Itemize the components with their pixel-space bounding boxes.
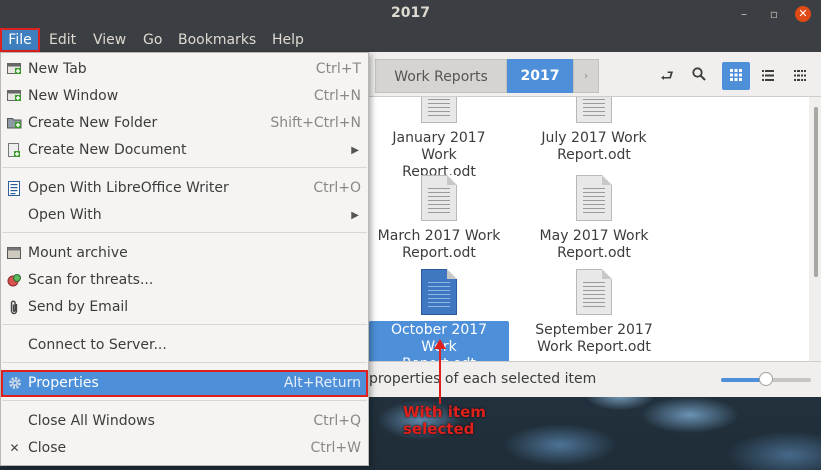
file-item[interactable]: January 2017 Work Report.odt [369, 97, 509, 182]
breadcrumb-2017[interactable]: 2017 [507, 59, 573, 93]
document-icon [421, 269, 457, 315]
menu-item-new-window[interactable]: New Window Ctrl+N [1, 83, 368, 110]
annotation-arrow [439, 346, 441, 404]
window-title: 2017 [391, 5, 430, 21]
close-window-icon[interactable]: ✕ [795, 6, 811, 22]
new-document-icon [7, 143, 22, 158]
annotation-arrow-head [434, 339, 446, 349]
toolbar: Work Reports 2017 › ⮐ [369, 52, 821, 97]
document-icon [576, 269, 612, 315]
menu-item-close[interactable]: ✕ Close Ctrl+W [1, 435, 368, 462]
title-bar: 2017 – ▫ ✕ [0, 0, 821, 28]
menu-separator [2, 362, 367, 363]
menu-item-new-tab[interactable]: New Tab Ctrl+T [1, 56, 368, 83]
menu-edit[interactable]: Edit [49, 30, 76, 50]
menu-separator [2, 232, 367, 233]
paperclip-icon [7, 300, 22, 315]
menu-separator [2, 324, 367, 325]
zoom-slider[interactable] [721, 372, 811, 386]
location-entry-icon[interactable]: ⮐ [653, 62, 681, 90]
search-icon[interactable] [685, 62, 713, 90]
new-tab-icon [7, 62, 22, 77]
new-window-icon [7, 89, 22, 104]
icon-view-icon[interactable] [722, 62, 750, 90]
menu-file[interactable]: File [0, 28, 40, 52]
close-icon: ✕ [9, 441, 20, 455]
menu-item-open-with[interactable]: Open With ▶ [1, 202, 368, 229]
file-item[interactable]: July 2017 Work Report.odt [524, 97, 664, 165]
menu-bar: File Edit View Go Bookmarks Help [0, 28, 821, 52]
submenu-arrow-icon: ▶ [351, 145, 359, 156]
breadcrumb-more-button[interactable]: › [573, 59, 599, 93]
antivirus-icon [7, 273, 22, 288]
file-label: May 2017 Work Report.odt [539, 228, 649, 261]
menu-item-open-with-libreoffice-writer[interactable]: Open With LibreOffice Writer Ctrl+O [1, 175, 368, 202]
file-item[interactable]: March 2017 Work Report.odt [369, 175, 509, 263]
file-label: March 2017 Work Report.odt [377, 228, 501, 261]
file-menu-dropdown: New Tab Ctrl+T New Window Ctrl+N Create Ne… [0, 52, 369, 466]
file-label: July 2017 Work Report.odt [541, 130, 647, 163]
file-item[interactable]: May 2017 Work Report.odt [524, 175, 664, 263]
menu-help[interactable]: Help [272, 30, 304, 50]
menu-separator [2, 400, 367, 401]
minimize-icon[interactable]: – [736, 6, 752, 22]
libreoffice-writer-icon [7, 181, 22, 196]
zoom-slider-knob[interactable] [759, 372, 773, 386]
maximize-icon[interactable]: ▫ [766, 6, 782, 22]
list-view-icon[interactable] [754, 62, 782, 90]
status-bar: properties of each selected item [369, 361, 821, 397]
new-folder-icon [7, 116, 22, 131]
status-text: properties of each selected item [369, 371, 597, 387]
vertical-scrollbar[interactable] [811, 97, 821, 361]
compact-view-icon[interactable] [786, 62, 814, 90]
menu-item-properties[interactable]: Properties Alt+Return [1, 370, 368, 397]
menu-item-connect-to-server[interactable]: Connect to Server... [1, 332, 368, 359]
menu-item-mount-archive[interactable]: Mount archive [1, 240, 368, 267]
menu-item-scan-for-threats[interactable]: Scan for threats... [1, 267, 368, 294]
file-view: January 2017 Work Report.odt July 2017 Wo… [369, 97, 809, 374]
file-item[interactable]: September 2017 Work Report.odt [524, 269, 664, 357]
gear-icon [7, 376, 22, 391]
menu-item-create-new-document[interactable]: Create New Document ▶ [1, 137, 368, 164]
document-icon [576, 175, 612, 221]
submenu-arrow-icon: ▶ [351, 210, 359, 221]
menu-item-create-new-folder[interactable]: Create New Folder Shift+Ctrl+N [1, 110, 368, 137]
document-icon [421, 97, 457, 123]
menu-item-close-all-windows[interactable]: Close All Windows Ctrl+Q [1, 408, 368, 435]
menu-bookmarks[interactable]: Bookmarks [178, 30, 256, 50]
menu-go[interactable]: Go [143, 30, 162, 50]
annotation-text: With item selected [403, 403, 486, 438]
archive-icon [7, 246, 22, 261]
document-icon [576, 97, 612, 123]
menu-item-send-by-email[interactable]: Send by Email [1, 294, 368, 321]
document-icon [421, 175, 457, 221]
breadcrumb-work-reports[interactable]: Work Reports [375, 59, 507, 93]
menu-view[interactable]: View [93, 30, 126, 50]
menu-separator [2, 167, 367, 168]
file-label: September 2017 Work Report.odt [535, 322, 653, 355]
